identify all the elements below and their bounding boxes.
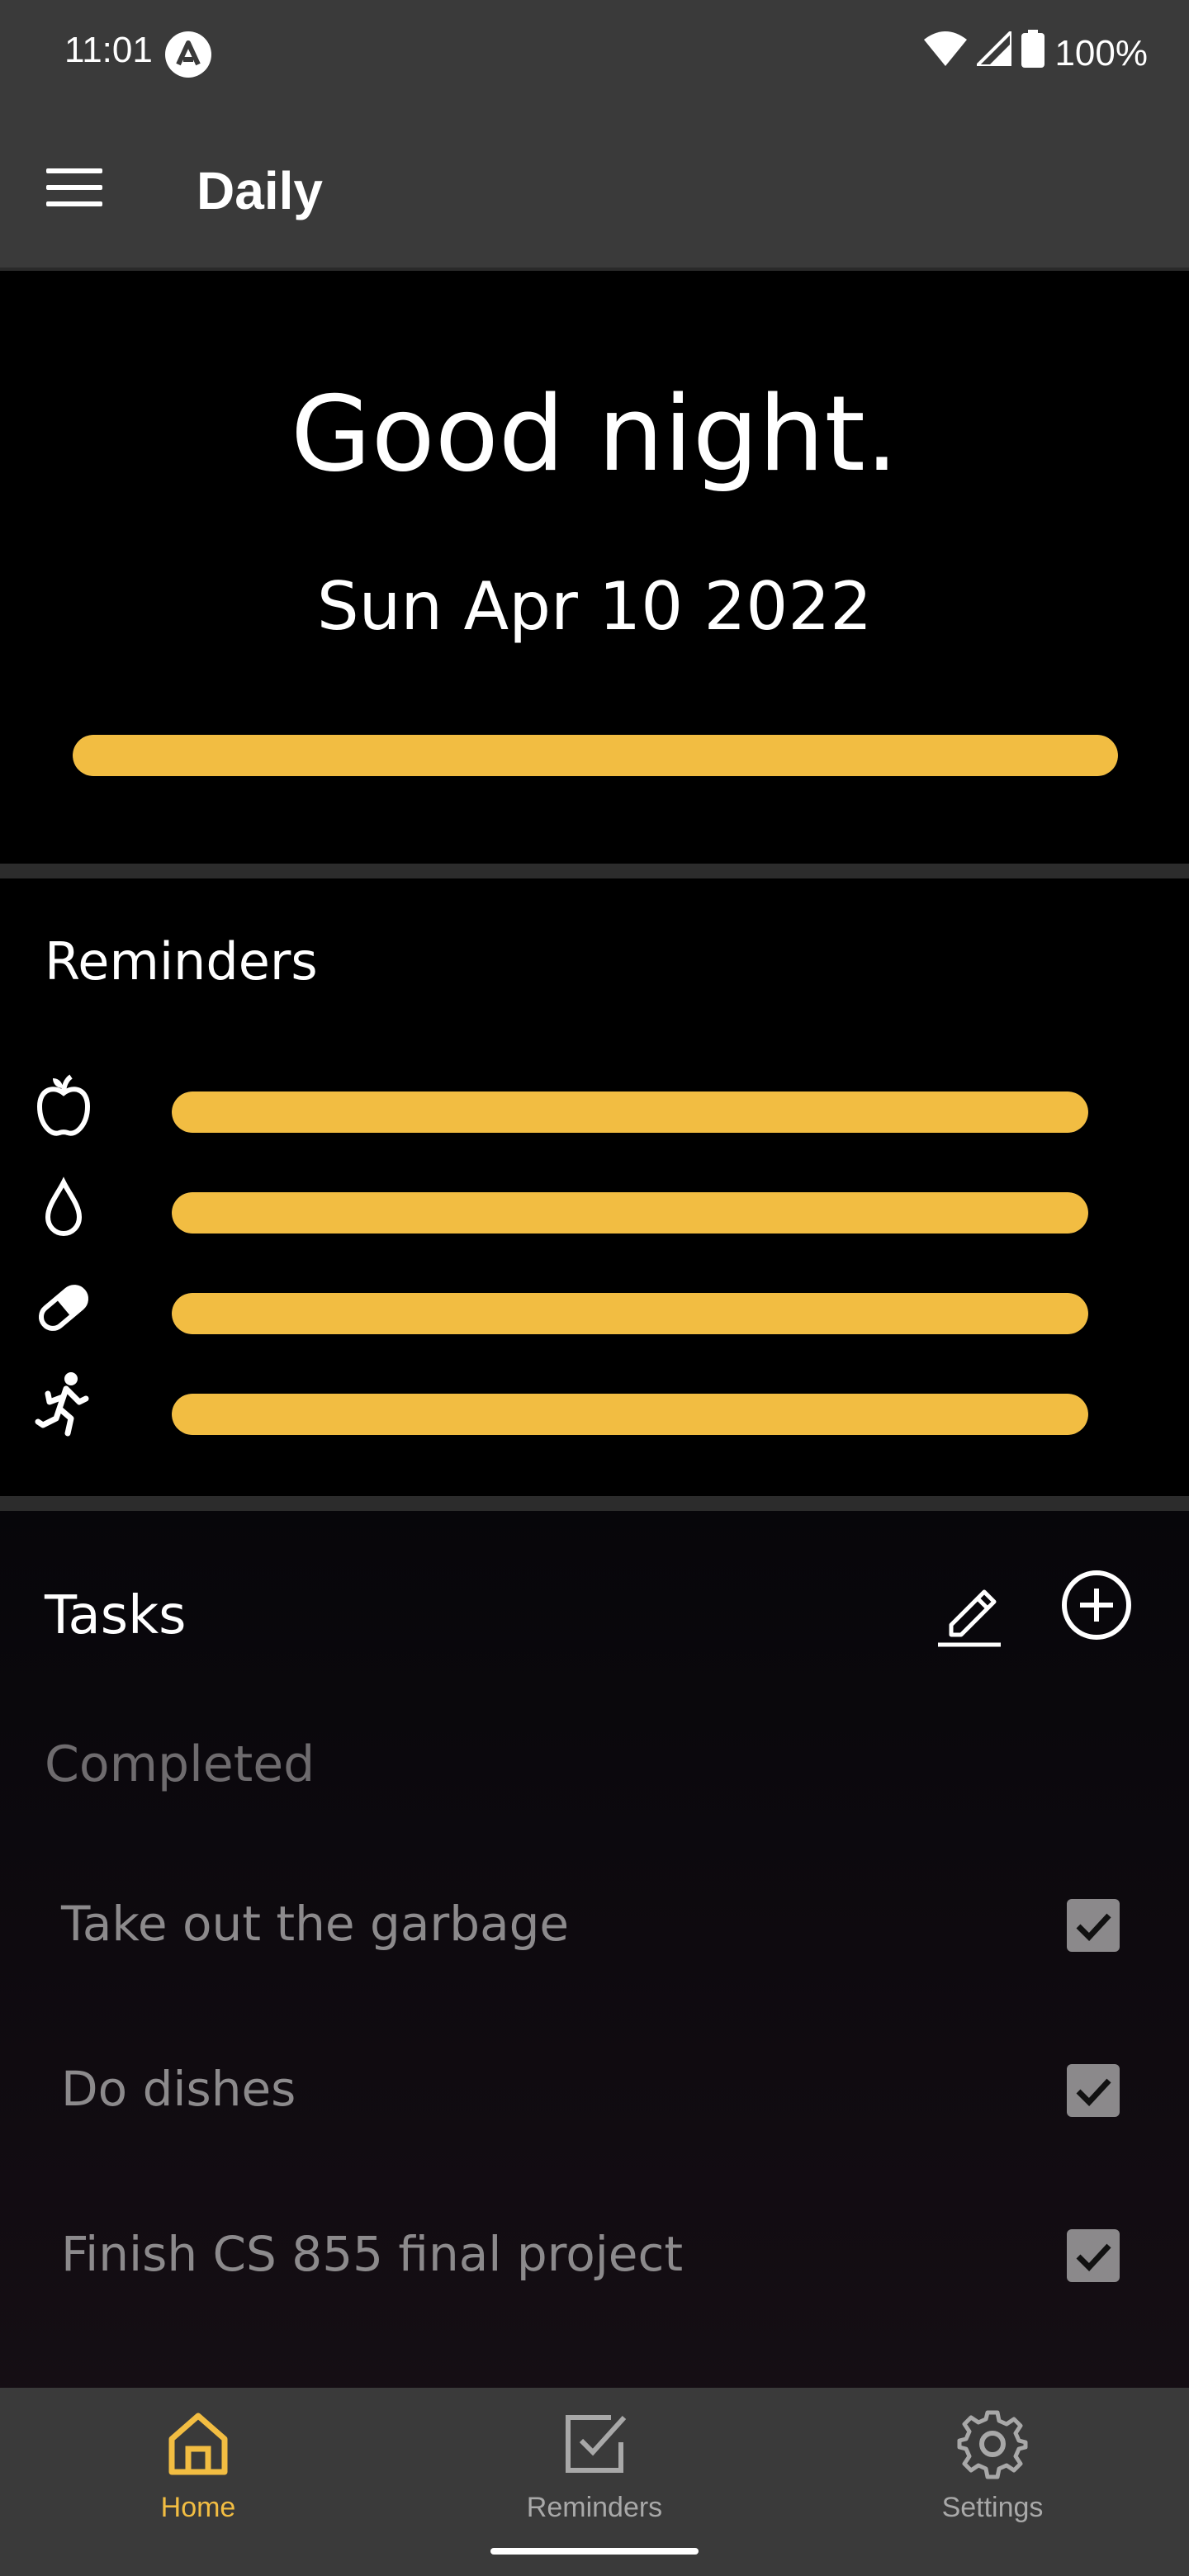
nav-label: Settings xyxy=(941,2492,1044,2523)
add-task-button[interactable] xyxy=(1060,1569,1133,1641)
status-icons: 100% xyxy=(924,27,1148,77)
nav-settings[interactable]: Settings xyxy=(869,2388,1116,2536)
pencil-icon xyxy=(938,1589,1001,1647)
menu-icon[interactable] xyxy=(46,168,102,208)
checkmark-icon xyxy=(1076,2078,1111,2107)
app-notification-icon xyxy=(165,31,211,78)
reminder-progress-water xyxy=(172,1192,1088,1234)
nav-label: Reminders xyxy=(526,2492,663,2523)
section-divider xyxy=(0,864,1189,878)
running-icon xyxy=(35,1371,92,1437)
checkmark-icon xyxy=(1076,1913,1111,1942)
nav-reminders[interactable]: Reminders xyxy=(471,2388,718,2536)
checkbox-icon xyxy=(566,2415,627,2473)
reminder-progress-exercise xyxy=(172,1394,1088,1435)
task-row[interactable]: Take out the garbage xyxy=(0,1859,1189,1991)
signal-icon xyxy=(973,27,1014,75)
plus-circle-icon xyxy=(1062,1570,1131,1640)
gesture-handle[interactable] xyxy=(490,2548,699,2555)
task-label: Finish CS 855 final project xyxy=(61,2226,684,2282)
home-icon xyxy=(168,2413,228,2475)
day-progress-fill xyxy=(73,735,1118,776)
app-title: Daily xyxy=(197,161,323,220)
day-progress-bar xyxy=(73,735,1118,776)
section-divider xyxy=(0,1496,1189,1511)
checkmark-icon xyxy=(1076,2243,1111,2272)
completed-label: Completed xyxy=(45,1735,315,1793)
reminder-progress-fill xyxy=(172,1192,1088,1234)
task-label: Do dishes xyxy=(61,2061,296,2117)
status-time: 11:01 xyxy=(64,30,153,70)
apple-icon xyxy=(35,1073,92,1139)
task-checkbox[interactable] xyxy=(1067,2229,1120,2282)
task-checkbox[interactable] xyxy=(1067,1899,1120,1952)
tasks-section: Tasks Completed Take out the garbage Do … xyxy=(0,1511,1189,2388)
task-label: Take out the garbage xyxy=(61,1896,570,1952)
greeting-text: Good night. xyxy=(290,373,898,495)
wifi-icon xyxy=(924,31,968,75)
reminder-progress-fill xyxy=(172,1293,1088,1334)
task-checkbox[interactable] xyxy=(1067,2064,1120,2117)
water-drop-icon xyxy=(35,1174,92,1240)
tasks-title: Tasks xyxy=(45,1585,187,1646)
gear-icon xyxy=(957,2410,1028,2479)
reminder-progress-medication xyxy=(172,1293,1088,1334)
pill-icon xyxy=(35,1275,92,1341)
reminder-progress-fill xyxy=(172,1394,1088,1435)
nav-label: Home xyxy=(160,2492,236,2523)
status-bar: 11:01 100% xyxy=(0,0,1189,109)
reminders-title: Reminders xyxy=(45,931,318,992)
battery-icon xyxy=(1021,30,1045,77)
task-row[interactable]: Do dishes xyxy=(0,2024,1189,2157)
task-row[interactable]: Finish CS 855 final project xyxy=(0,2190,1189,2322)
battery-percent: 100% xyxy=(1054,32,1148,73)
edit-tasks-button[interactable] xyxy=(935,1577,1006,1648)
app-bar: Daily xyxy=(0,109,1189,271)
reminder-progress-fill xyxy=(172,1091,1088,1133)
reminder-progress-food xyxy=(172,1091,1088,1133)
date-text: Sun Apr 10 2022 xyxy=(316,568,873,645)
nav-home[interactable]: Home xyxy=(74,2388,322,2536)
